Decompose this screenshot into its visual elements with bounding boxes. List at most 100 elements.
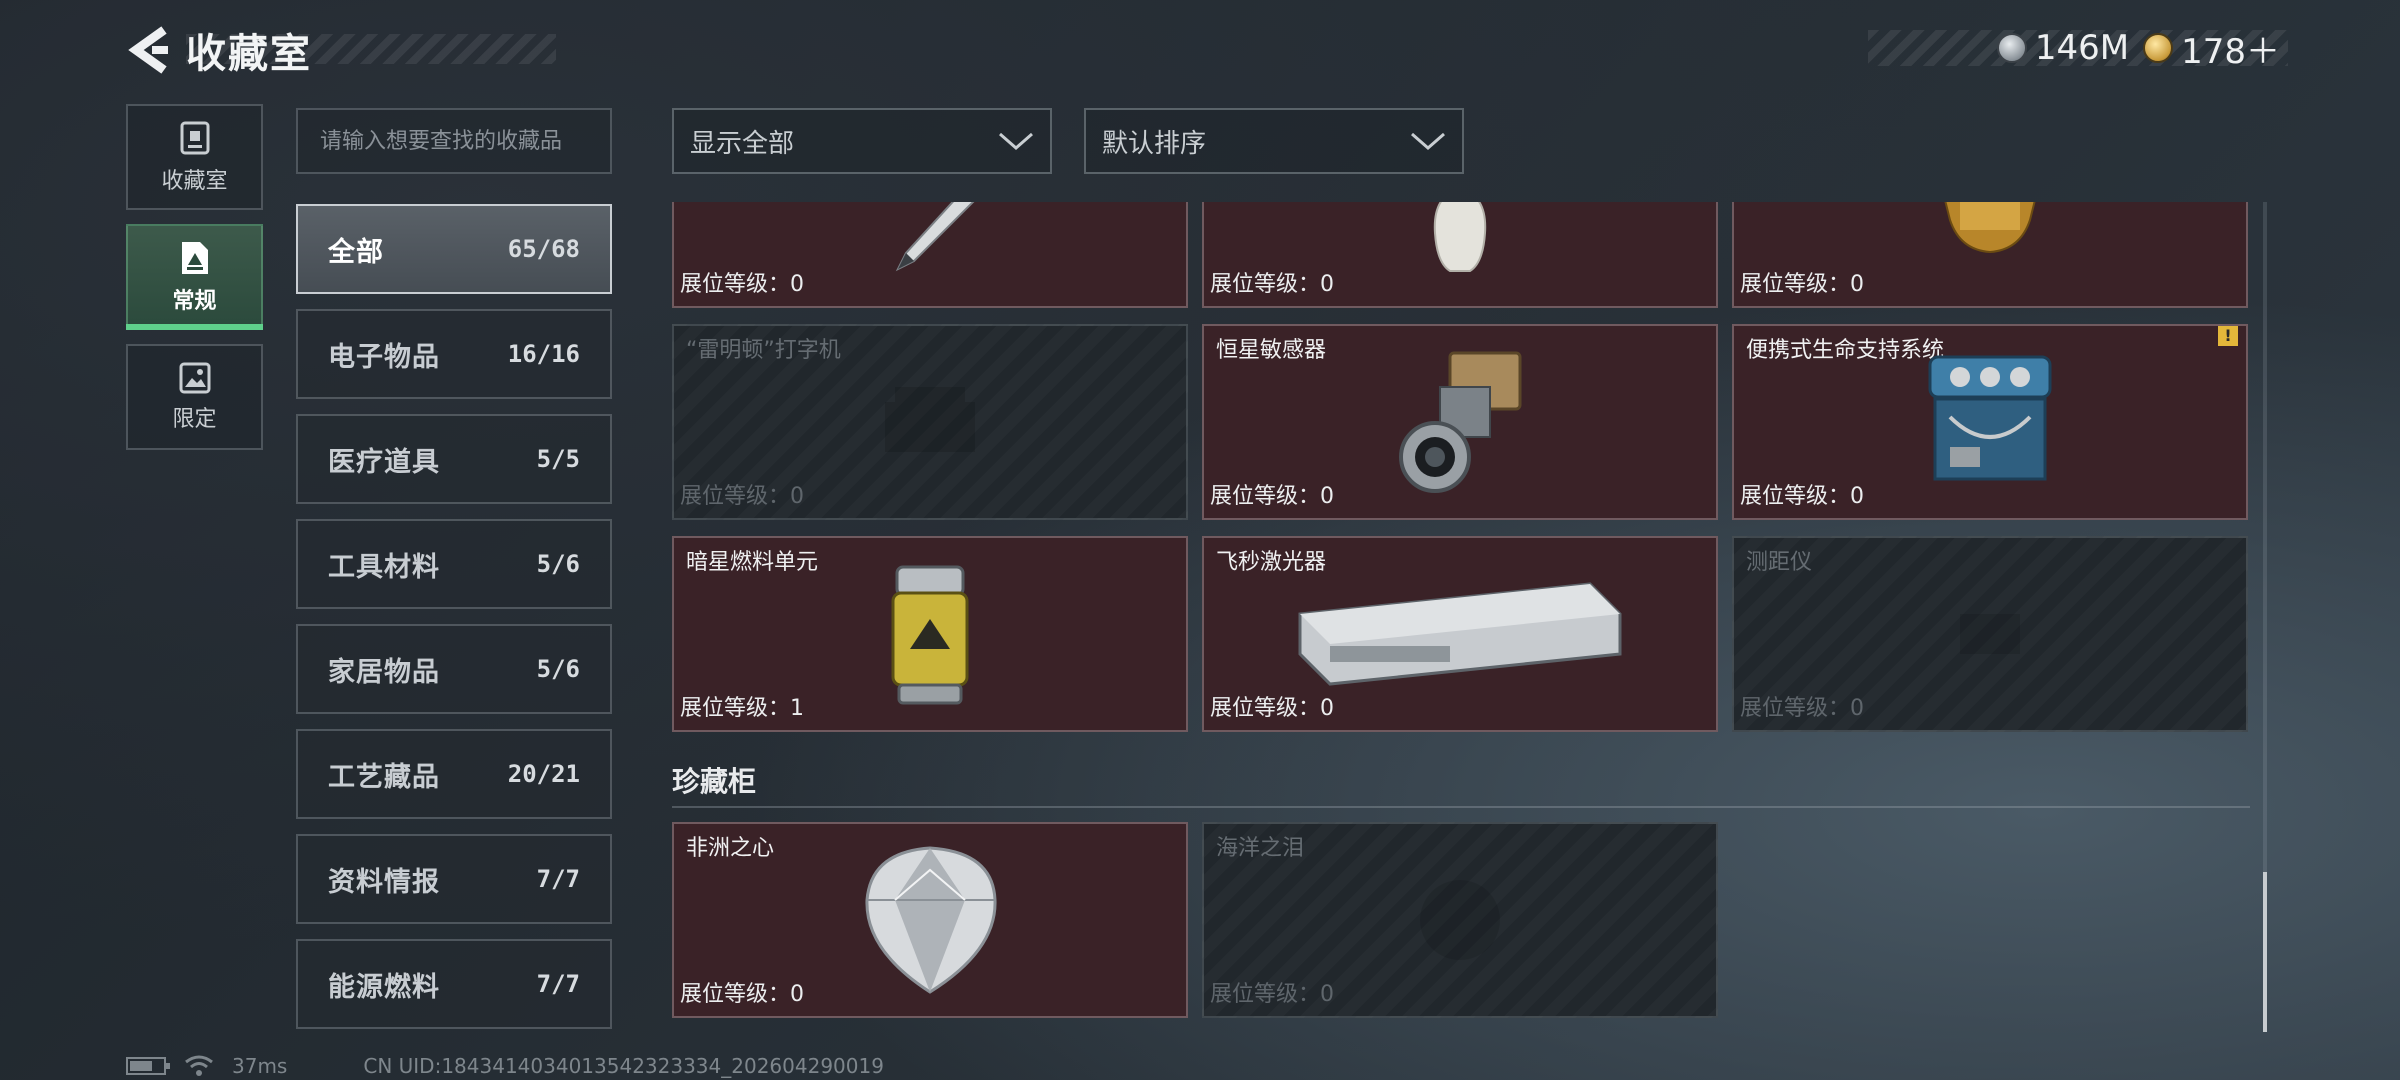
nav-item-limited[interactable]: 限定 (126, 344, 263, 450)
chevron-down-icon (999, 132, 1033, 150)
rangefinder-icon (1960, 614, 2020, 654)
category-name: 能源燃料 (328, 971, 440, 1003)
document-icon (181, 242, 208, 274)
collection-card[interactable]: 测距仪 展位等级：0 (1732, 536, 2248, 732)
category-count: 5/6 (536, 655, 580, 683)
uid-text: CN UID:1843414034013542323334_2026042900… (363, 1054, 884, 1078)
pen-icon (895, 202, 975, 271)
left-nav: 收藏室 常规 限定 (126, 104, 263, 464)
category-count: 5/5 (536, 445, 580, 473)
category-medical[interactable]: 医疗道具 5/5 (296, 414, 612, 504)
back-button[interactable] (122, 22, 178, 78)
item-name: 恒星敏感器 (1216, 338, 1327, 363)
collection-card[interactable]: 展位等级：0 (672, 202, 1188, 308)
currency-silver[interactable]: 146M (1996, 28, 2130, 68)
category-name: 全部 (328, 236, 384, 268)
nav-item-label: 常规 (172, 289, 217, 314)
item-name: 便携式生命支持系统 (1746, 338, 1945, 363)
sort-dropdown[interactable]: 默认排序 (1084, 108, 1464, 174)
section-divider (672, 806, 2250, 808)
silver-value: 146M (2034, 28, 2130, 68)
category-home[interactable]: 家居物品 5/6 (296, 624, 612, 714)
collection-card[interactable]: 飞秒激光器 展位等级：0 (1202, 536, 1718, 732)
collection-card[interactable]: 展位等级：0 (1202, 202, 1718, 308)
category-crafts[interactable]: 工艺藏品 20/21 (296, 729, 612, 819)
star-sensor-icon (1399, 351, 1522, 493)
item-name: 飞秒激光器 (1216, 550, 1327, 575)
category-intel[interactable]: 资料情报 7/7 (296, 834, 612, 924)
silver-coin-icon (1996, 33, 2027, 63)
category-tools[interactable]: 工具材料 5/6 (296, 519, 612, 609)
booth-level: 展位等级：0 (680, 272, 804, 297)
category-name: 家居物品 (328, 656, 440, 688)
fuel-cell-icon (891, 565, 969, 705)
scrollbar-thumb[interactable] (2263, 872, 2267, 1032)
booth-level: 展位等级：0 (1210, 272, 1334, 297)
item-name: 暗星燃料单元 (686, 550, 819, 575)
category-name: 工艺藏品 (328, 761, 440, 793)
chevron-down-icon (1411, 132, 1445, 150)
category-name: 工具材料 (328, 551, 440, 583)
gold-coin-icon (2143, 33, 2174, 63)
collection-card[interactable]: 暗星燃料单元 展位等级：1 (672, 536, 1188, 732)
booth-level: 展位等级：0 (1740, 484, 1864, 509)
booth-level: 展位等级：0 (1210, 982, 1334, 1007)
collection-card[interactable]: 便携式生命支持系统 ! 展位等级：0 (1732, 324, 2248, 520)
collection-card[interactable]: 恒星敏感器 展位等级：0 (1202, 324, 1718, 520)
diamond-icon (865, 846, 997, 994)
nav-item-regular[interactable]: 常规 (126, 224, 263, 330)
nav-item-label: 收藏室 (161, 169, 228, 194)
currency-bar: 146M 178＋ (1868, 28, 2288, 72)
booth-level: 展位等级：0 (1740, 272, 1864, 297)
battery-icon (126, 1057, 170, 1075)
nav-item-collection[interactable]: 收藏室 (126, 104, 263, 210)
page-title: 收藏室 (186, 31, 312, 77)
currency-gold[interactable]: 178＋ (2143, 24, 2280, 73)
image-icon (179, 362, 210, 394)
category-count: 20/21 (507, 760, 580, 788)
collection-card[interactable]: “雷明顿”打字机 展位等级：0 (672, 324, 1188, 520)
booth-level: 展位等级：0 (1740, 696, 1864, 721)
vase-icon (1433, 202, 1487, 272)
item-name: “雷明顿”打字机 (686, 338, 841, 363)
ping-text: 37ms (232, 1054, 288, 1078)
back-arrow-icon (128, 26, 168, 74)
warning-icon: ! (2218, 326, 2238, 346)
treasure-card[interactable]: 非洲之心 展位等级：0 (672, 822, 1188, 1018)
sort-dropdown-value: 默认排序 (1102, 128, 1207, 159)
collection-grid[interactable]: 展位等级：0 展位等级：0 展位等级：0 “雷明顿”打字机 展位等级：0 恒星敏… (670, 202, 2250, 1032)
nav-item-label: 限定 (172, 407, 217, 432)
category-name: 医疗道具 (328, 446, 440, 478)
collection-card[interactable]: 展位等级：0 (1732, 202, 2248, 308)
category-count: 7/7 (536, 970, 580, 998)
wifi-icon (185, 1055, 213, 1076)
category-count: 5/6 (536, 550, 580, 578)
category-name: 电子物品 (328, 341, 440, 373)
category-energy[interactable]: 能源燃料 7/7 (296, 939, 612, 1029)
item-name: 测距仪 (1746, 550, 1813, 575)
booth-level: 展位等级：0 (1210, 696, 1334, 721)
item-name: 非洲之心 (686, 836, 775, 861)
category-count: 7/7 (536, 865, 580, 893)
search-input[interactable] (320, 128, 610, 154)
search-box[interactable] (296, 108, 612, 174)
laser-icon (1298, 582, 1622, 686)
typewriter-icon (885, 387, 975, 452)
category-list: 全部 65/68 电子物品 16/16 医疗道具 5/5 工具材料 5/6 家居… (296, 204, 612, 1044)
gold-statue-icon (1944, 202, 2036, 254)
booth-level: 展位等级：0 (1210, 484, 1334, 509)
pearl-icon (1420, 880, 1500, 960)
header: 收藏室 146M 178＋ (0, 0, 2400, 100)
filter-dropdown-value: 显示全部 (690, 128, 795, 159)
category-count: 16/16 (507, 340, 580, 368)
booth-level: 展位等级：0 (680, 982, 804, 1007)
item-name: 海洋之泪 (1216, 836, 1305, 861)
filter-dropdown[interactable]: 显示全部 (672, 108, 1052, 174)
category-count: 65/68 (507, 235, 580, 263)
category-all[interactable]: 全部 65/68 (296, 204, 612, 294)
treasure-card[interactable]: 海洋之泪 展位等级：0 (1202, 822, 1718, 1018)
booth-level: 展位等级：0 (680, 484, 804, 509)
status-footer: 37ms CN UID:1843414034013542323334_20260… (126, 1054, 884, 1078)
category-electronics[interactable]: 电子物品 16/16 (296, 309, 612, 399)
life-support-icon (1928, 355, 2052, 481)
